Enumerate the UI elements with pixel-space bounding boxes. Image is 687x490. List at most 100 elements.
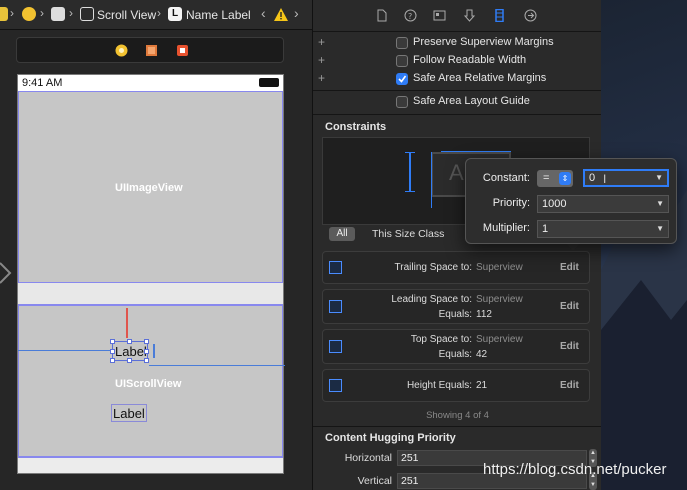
label-text: Label	[113, 406, 145, 421]
dropdown-arrow-icon: ▼	[656, 199, 664, 208]
add-variation-icon[interactable]: +	[318, 53, 325, 67]
ib-canvas[interactable]: › › › Scroll View › L Name Label ‹ › 9:4…	[0, 0, 312, 490]
spacer-strip	[18, 457, 283, 473]
chevron-right-icon: ›	[10, 6, 14, 20]
chevron-right-icon: ›	[157, 6, 161, 20]
checkbox-row[interactable]: + Safe Area Relative Margins	[313, 70, 601, 88]
resize-handle[interactable]	[144, 339, 149, 344]
checkbox-label: Follow Readable Width	[413, 54, 527, 66]
dropdown-arrow-icon: ▼	[656, 224, 664, 233]
exit-icon[interactable]	[176, 44, 189, 57]
up-down-chevron-icon: ⇕	[559, 172, 571, 185]
status-time: 9:41 AM	[22, 77, 63, 89]
constraint-target: Superview	[476, 294, 523, 305]
label-icon: L	[168, 7, 182, 21]
safe-area-layout-guide-checkbox[interactable]	[396, 96, 408, 108]
multiplier-select[interactable]: 1 ▼	[537, 220, 669, 238]
edit-button[interactable]: Edit	[560, 301, 579, 312]
resize-handle[interactable]	[110, 349, 115, 354]
constant-field[interactable]: 0 I ▼	[583, 169, 669, 187]
preview-height-cap	[405, 191, 415, 192]
safe-area-relative-margins-checkbox[interactable]	[396, 73, 408, 85]
attributes-inspector-icon[interactable]	[463, 9, 476, 22]
resize-handle[interactable]	[127, 339, 132, 344]
follow-readable-width-checkbox[interactable]	[396, 55, 408, 67]
constraint-row[interactable]: Leading Space to: Superview Equals: 112 …	[322, 289, 590, 324]
device-frame: 9:41 AM UIImageView UIScrollView Label L…	[17, 74, 285, 474]
dropdown-arrow-icon[interactable]: ▼	[655, 171, 663, 185]
scene-dock	[16, 37, 284, 63]
checkbox-row[interactable]: Safe Area Layout Guide	[313, 93, 601, 111]
divider	[313, 90, 601, 91]
height-constraint-line[interactable]	[153, 344, 155, 358]
preview-height-guide	[409, 152, 411, 192]
chevron-right-icon: ›	[69, 6, 73, 20]
help-inspector-icon[interactable]: ?	[404, 9, 417, 22]
size-inspector: ? + Preserve Superview Margins + Follow …	[312, 0, 601, 490]
constraint-row[interactable]: Height Equals: 21 Edit	[322, 369, 590, 402]
relation-select[interactable]: = ⇕	[537, 170, 573, 187]
svg-text:?: ?	[408, 12, 412, 21]
constraint-title: Leading Space to:	[391, 294, 472, 305]
size-inspector-icon[interactable]	[493, 9, 506, 22]
connections-inspector-icon[interactable]	[524, 9, 537, 22]
hugging-vertical-label: Vertical	[357, 475, 392, 487]
top-space-icon	[329, 340, 342, 353]
top-constraint-line[interactable]	[126, 308, 128, 338]
segment-this-size-class[interactable]: This Size Class	[372, 228, 444, 240]
resize-handle[interactable]	[127, 358, 132, 363]
segment-all[interactable]: All	[329, 227, 355, 241]
view-icon[interactable]	[51, 7, 65, 21]
preview-letter: A	[449, 160, 464, 185]
add-variation-icon[interactable]: +	[318, 71, 325, 85]
priority-value: 1000	[542, 198, 567, 210]
constraint-row[interactable]: Trailing Space to: Superview Edit	[322, 251, 590, 284]
priority-select[interactable]: 1000 ▼	[537, 195, 669, 213]
constraint-target: Superview	[476, 334, 523, 345]
selected-label[interactable]: Label	[110, 339, 149, 363]
status-bar: 9:41 AM	[18, 75, 283, 91]
edit-button[interactable]: Edit	[560, 380, 579, 391]
resize-handle[interactable]	[144, 358, 149, 363]
jumpbar-item-scroll-view[interactable]: Scroll View	[97, 7, 156, 23]
image-view-placeholder: UIImageView	[115, 182, 183, 194]
edit-button[interactable]: Edit	[560, 341, 579, 352]
scroll-view[interactable]: UIScrollView Label Label	[18, 305, 285, 457]
constraint-value: 21	[476, 380, 488, 391]
preserve-margins-checkbox[interactable]	[396, 37, 408, 49]
add-variation-icon[interactable]: +	[318, 35, 325, 49]
checkbox-row[interactable]: + Follow Readable Width	[313, 52, 601, 70]
checkbox-row[interactable]: + Preserve Superview Margins	[313, 34, 601, 52]
image-view[interactable]: UIImageView	[18, 91, 283, 283]
resize-handle[interactable]	[144, 349, 149, 354]
priority-label: Priority:	[492, 197, 530, 209]
height-icon	[329, 379, 342, 392]
scroll-view-icon	[80, 7, 94, 21]
label-view[interactable]: Label	[111, 404, 147, 422]
constraint-title: Trailing Space to:	[394, 262, 472, 273]
checkbox-label: Safe Area Relative Margins	[413, 72, 547, 84]
nav-forward-icon[interactable]: ›	[294, 5, 299, 21]
constraint-row[interactable]: Top Space to: Superview Equals: 42 Edit	[322, 329, 590, 364]
nav-back-icon[interactable]: ‹	[261, 5, 266, 21]
resize-handle[interactable]	[110, 358, 115, 363]
constraints-count: Showing 4 of 4	[426, 410, 489, 421]
relation-value: =	[543, 172, 550, 184]
jumpbar-item-name-label[interactable]: Name Label	[186, 7, 251, 23]
resize-handle[interactable]	[110, 339, 115, 344]
leading-guide-line	[18, 350, 111, 351]
view-controller-icon[interactable]	[22, 7, 36, 21]
edit-button[interactable]: Edit	[560, 262, 579, 273]
leading-space-icon	[329, 300, 342, 313]
constraint-equals-value: 112	[476, 309, 492, 320]
identity-inspector-icon[interactable]	[433, 9, 446, 22]
view-controller-icon[interactable]	[115, 44, 128, 57]
first-responder-icon[interactable]	[145, 44, 158, 57]
warning-icon[interactable]	[274, 8, 288, 21]
constant-value: 0	[589, 172, 596, 184]
file-inspector-icon[interactable]	[375, 9, 388, 22]
multiplier-label: Multiplier:	[482, 222, 530, 234]
constraint-equals-value: 42	[476, 349, 488, 360]
storyboard-icon[interactable]	[0, 7, 8, 21]
trailing-space-icon	[329, 261, 342, 274]
